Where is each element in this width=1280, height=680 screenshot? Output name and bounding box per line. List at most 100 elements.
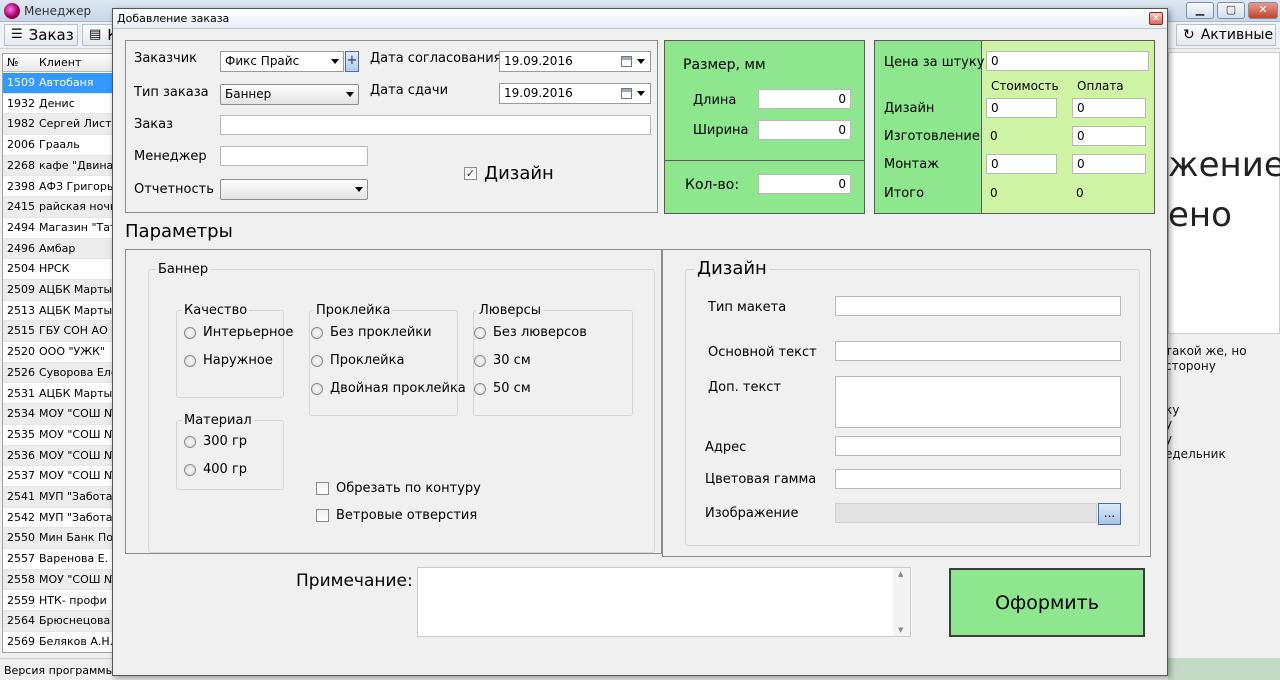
order-menu-button[interactable]: ☰ Заказ <box>4 24 78 46</box>
width-input[interactable]: 0 <box>758 120 851 140</box>
lamination-option-double[interactable]: Двойная проклейка <box>311 381 466 396</box>
order-type-label: Тип заказа <box>134 85 209 100</box>
table-row[interactable]: 2550 Мин Банк Потап <box>3 528 113 550</box>
column-header-id[interactable]: № <box>7 56 18 69</box>
table-row[interactable]: 2541 МУП "Забота" <box>3 487 113 508</box>
cut-contour-checkbox[interactable]: Обрезать по контуру <box>316 481 481 496</box>
design-payment-input[interactable]: 0 <box>1072 98 1146 118</box>
pricing-panel: Цена за штуку 0 Стоимость Оплата Дизайн … <box>874 40 1155 214</box>
order-input[interactable] <box>220 115 651 135</box>
table-row[interactable]: 2537 МОУ "СОШ №2 <box>3 466 113 487</box>
table-row[interactable]: 2494 Магазин "Татья <box>3 218 113 239</box>
extra-text-input[interactable] <box>835 376 1121 428</box>
main-text-input[interactable] <box>835 341 1121 361</box>
table-row[interactable]: 2569 Беляков А.Н. <box>3 632 113 652</box>
second-menu-button[interactable]: ▤ К <box>82 24 118 46</box>
customer-select[interactable]: Фикс Прайс <box>220 51 344 72</box>
color-scheme-label: Цветовая гамма <box>705 472 817 487</box>
client-grid[interactable]: № Клиент 1509 Автобаня 1932 Денис 1982 Сергей… <box>2 53 114 653</box>
table-row[interactable]: 2526 Суворова Елена <box>3 362 113 384</box>
table-row[interactable]: 2513 АЦБК Мартынов <box>3 301 113 322</box>
reporting-label: Отчетность <box>134 182 214 197</box>
status-indicator <box>1168 658 1280 680</box>
color-scheme-input[interactable] <box>835 469 1121 489</box>
design-title: Дизайн <box>695 258 769 279</box>
quantity-input[interactable]: 0 <box>758 174 851 194</box>
table-row[interactable]: 2542 МУП "Забота" <box>3 508 113 529</box>
approval-date-picker[interactable]: 19.09.2016 <box>499 51 651 72</box>
table-row[interactable]: 1982 Сергей Листов <box>3 114 113 136</box>
grommets-option-50[interactable]: 50 см <box>474 381 531 396</box>
browse-image-button[interactable]: ... <box>1098 503 1121 525</box>
reporting-select[interactable] <box>220 179 368 200</box>
table-row[interactable]: 1509 Автобаня <box>3 73 113 94</box>
row-id: 2569 <box>7 634 35 648</box>
row-id: 2558 <box>7 572 35 586</box>
banner-params-panel: Баннер Качество Интерьерное Наружное Про… <box>125 249 662 554</box>
table-row[interactable]: 2515 ГБУ СОН АО "Н <box>3 321 113 343</box>
quality-option-exterior[interactable]: Наружное <box>184 353 273 368</box>
quality-option-interior[interactable]: Интерьерное <box>184 325 293 340</box>
dialog-close-button[interactable]: ✕ <box>1149 12 1163 25</box>
row-id: 2564 <box>7 614 35 628</box>
table-row[interactable]: 2006 Грааль <box>3 135 113 156</box>
column-header-client[interactable]: Клиент <box>39 56 81 69</box>
add-customer-button[interactable]: + <box>345 51 359 72</box>
wind-holes-checkbox[interactable]: Ветровые отверстия <box>316 508 477 523</box>
scroll-up-icon[interactable]: ▲ <box>898 570 903 578</box>
mounting-payment-input[interactable]: 0 <box>1072 154 1146 174</box>
table-row[interactable]: 2534 МОУ "СОШ №2 <box>3 404 113 425</box>
manager-input[interactable] <box>220 146 368 166</box>
minimize-button[interactable]: ▁ <box>1186 2 1214 19</box>
active-filter-button[interactable]: ↻ Активные <box>1176 24 1276 46</box>
notes-line <box>1165 373 1247 388</box>
table-row[interactable]: 2398 АФЗ Григорьев <box>3 177 113 198</box>
table-row[interactable]: 2268 кафе "Двина" <box>3 155 113 177</box>
table-row[interactable]: 2504 НРСК <box>3 259 113 280</box>
table-row[interactable]: 2520 ООО "УЖК" <box>3 342 113 363</box>
table-row[interactable]: 2558 МОУ "СОШ №2 <box>3 569 113 591</box>
submit-order-button[interactable]: Оформить <box>949 568 1145 637</box>
table-row[interactable]: 2557 Варенова Е. В. <box>3 549 113 570</box>
note-scrollbar[interactable]: ▲ ▼ <box>893 568 910 636</box>
grommets-option-30[interactable]: 30 см <box>474 353 531 368</box>
design-checkbox[interactable]: ✓ Дизайн <box>464 163 554 184</box>
preview-line: ено <box>1168 195 1232 235</box>
layout-type-input[interactable] <box>835 296 1121 316</box>
material-option-400[interactable]: 400 гр <box>184 462 247 477</box>
maximize-button[interactable]: ▢ <box>1217 2 1245 19</box>
mounting-label: Монтаж <box>884 157 939 172</box>
row-client-name: НРСК <box>39 262 70 276</box>
approval-date-label: Дата согласования <box>370 51 502 66</box>
table-row[interactable]: 2531 АЦБК Мартынов <box>3 384 113 405</box>
table-row[interactable]: 2496 Амбар <box>3 238 113 260</box>
unit-price-input[interactable]: 0 <box>986 51 1149 71</box>
table-row[interactable]: 1932 Денис <box>3 94 113 115</box>
scroll-down-icon[interactable]: ▼ <box>898 626 903 634</box>
row-id: 2542 <box>7 510 35 524</box>
production-payment-input[interactable]: 0 <box>1072 126 1146 146</box>
material-option-300[interactable]: 300 гр <box>184 434 247 449</box>
grommets-option-none[interactable]: Без люверсов <box>474 325 587 340</box>
design-cost-input[interactable]: 0 <box>986 98 1057 118</box>
lamination-option-single[interactable]: Проклейка <box>311 353 404 368</box>
design-price-label: Дизайн <box>884 101 935 116</box>
close-button[interactable]: ✕ <box>1248 2 1278 19</box>
due-date-picker[interactable]: 19.09.2016 <box>499 83 651 104</box>
row-id: 2536 <box>7 448 35 462</box>
row-id: 2526 <box>7 365 35 379</box>
table-row[interactable]: 2535 МОУ "СОШ №2 <box>3 425 113 446</box>
length-input[interactable]: 0 <box>758 89 851 109</box>
design-panel: Дизайн Тип макета Основной текст Доп. те… <box>662 249 1151 557</box>
order-type-select[interactable]: Баннер <box>220 84 359 105</box>
mounting-cost-input[interactable]: 0 <box>986 154 1057 174</box>
table-row[interactable]: 2415 райская ночь <box>3 197 113 218</box>
calendar-icon <box>621 88 632 99</box>
lamination-option-none[interactable]: Без проклейки <box>311 325 432 340</box>
table-row[interactable]: 2564 Брюснецова Ма <box>3 611 113 632</box>
table-row[interactable]: 2536 МОУ "СОШ №2 <box>3 445 113 467</box>
table-row[interactable]: 2509 АЦБК Мартынов <box>3 280 113 301</box>
address-input[interactable] <box>835 436 1121 456</box>
table-row[interactable]: 2559 НТК- профи <box>3 591 113 612</box>
note-textarea[interactable]: ▲ ▼ <box>417 567 911 637</box>
